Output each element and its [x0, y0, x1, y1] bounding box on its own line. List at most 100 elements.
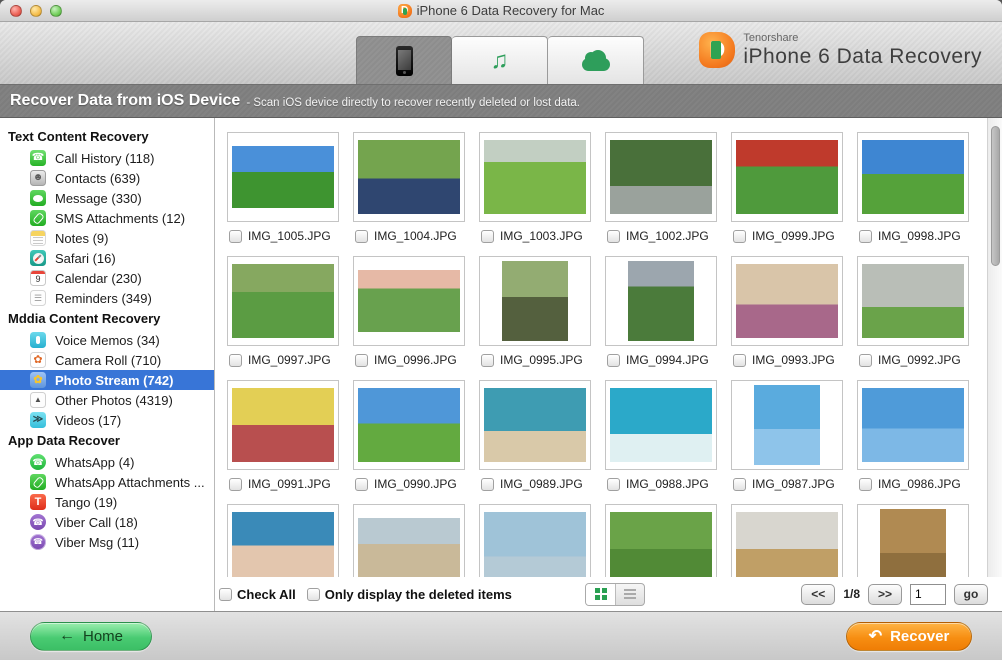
photo-checkbox[interactable] — [229, 230, 242, 243]
photo-thumbnail[interactable] — [353, 256, 465, 346]
sidebar-item-sms-attachments-12[interactable]: SMS Attachments (12) — [0, 208, 214, 228]
photo-checkbox[interactable] — [355, 230, 368, 243]
photo-thumbnail[interactable] — [857, 132, 969, 222]
photo-label-row: IMG_1004.JPG — [353, 229, 467, 243]
sidebar-item-label: Message (330) — [55, 191, 142, 206]
sidebar-item-whatsapp-attachments[interactable]: WhatsApp Attachments ... — [0, 472, 214, 492]
photo-cell — [731, 504, 845, 577]
photo-image — [628, 261, 694, 341]
photo-thumbnail[interactable] — [731, 132, 843, 222]
sidebar-item-voice-memos-34[interactable]: Voice Memos (34) — [0, 330, 214, 350]
photo-thumbnail[interactable] — [731, 256, 843, 346]
photo-checkbox[interactable] — [481, 354, 494, 367]
only-deleted-checkbox[interactable] — [307, 588, 320, 601]
photo-label-row: IMG_0999.JPG — [731, 229, 845, 243]
scrollbar-thumb[interactable] — [991, 126, 1000, 266]
sidebar-item-contacts-639[interactable]: Contacts (639) — [0, 168, 214, 188]
check-all-checkbox[interactable] — [219, 588, 232, 601]
photo-thumbnail[interactable] — [731, 504, 843, 577]
sidebar-item-notes-9[interactable]: Notes (9) — [0, 228, 214, 248]
photo-thumbnail[interactable] — [605, 256, 717, 346]
photo-thumbnail[interactable] — [479, 380, 591, 470]
sidebar-item-viber-call-18[interactable]: Viber Call (18) — [0, 512, 214, 532]
photo-checkbox[interactable] — [229, 354, 242, 367]
photo-thumbnail[interactable] — [353, 504, 465, 577]
sidebar-item-label: Photo Stream (742) — [55, 373, 173, 388]
photo-checkbox[interactable] — [355, 354, 368, 367]
photo-thumbnail[interactable] — [605, 132, 717, 222]
calendar-icon — [30, 270, 46, 286]
photo-cell: IMG_0997.JPG — [227, 256, 341, 367]
page-number-input[interactable] — [910, 584, 946, 605]
photo-checkbox[interactable] — [607, 354, 620, 367]
photo-thumbnail[interactable] — [479, 132, 591, 222]
sidebar-item-photo-stream-742[interactable]: Photo Stream (742) — [0, 370, 214, 390]
photo-thumbnail[interactable] — [479, 504, 591, 577]
grid-view-icon — [595, 588, 600, 593]
photo-thumbnail[interactable] — [857, 504, 969, 577]
close-window-button[interactable] — [10, 5, 22, 17]
photo-image — [232, 512, 334, 577]
photo-image — [862, 140, 964, 214]
minimize-window-button[interactable] — [30, 5, 42, 17]
vertical-scrollbar[interactable] — [987, 118, 1002, 577]
sidebar-section-title: Mddia Content Recovery — [0, 308, 214, 330]
photo-thumbnail[interactable] — [353, 380, 465, 470]
photo-image — [358, 388, 460, 462]
photo-thumbnail[interactable] — [227, 256, 339, 346]
photo-checkbox[interactable] — [733, 230, 746, 243]
photo-cell: IMG_1005.JPG — [227, 132, 341, 243]
photo-thumbnail[interactable] — [227, 504, 339, 577]
tab-recover-from-icloud[interactable] — [548, 36, 644, 84]
photo-filename: IMG_0989.JPG — [500, 477, 583, 491]
grid-view-button[interactable] — [586, 584, 615, 605]
photo-checkbox[interactable] — [859, 354, 872, 367]
photo-checkbox[interactable] — [355, 478, 368, 491]
sidebar-item-call-history-118[interactable]: Call History (118) — [0, 148, 214, 168]
recover-button-label: Recover — [890, 628, 949, 645]
photo-checkbox[interactable] — [733, 478, 746, 491]
sidebar-item-tango-19[interactable]: Tango (19) — [0, 492, 214, 512]
prev-page-button[interactable]: << — [801, 584, 835, 605]
photo-checkbox[interactable] — [481, 230, 494, 243]
sidebar-item-viber-msg-11[interactable]: Viber Msg (11) — [0, 532, 214, 552]
sidebar-item-reminders-349[interactable]: Reminders (349) — [0, 288, 214, 308]
sidebar-item-whatsapp-4[interactable]: WhatsApp (4) — [0, 452, 214, 472]
sidebar-item-other-photos-4319[interactable]: Other Photos (4319) — [0, 390, 214, 410]
photo-checkbox[interactable] — [607, 230, 620, 243]
photo-checkbox[interactable] — [859, 230, 872, 243]
photo-thumbnail[interactable] — [857, 256, 969, 346]
photo-cell: IMG_0986.JPG — [857, 380, 971, 491]
tab-recover-from-device[interactable] — [356, 36, 452, 84]
photo-thumbnail[interactable] — [479, 256, 591, 346]
photo-checkbox[interactable] — [733, 354, 746, 367]
photo-thumbnail[interactable] — [605, 380, 717, 470]
only-deleted-label: Only display the deleted items — [325, 587, 512, 602]
photo-thumbnail[interactable] — [605, 504, 717, 577]
photo-checkbox[interactable] — [859, 478, 872, 491]
photo-thumbnail[interactable] — [857, 380, 969, 470]
sidebar-item-videos-17[interactable]: Videos (17) — [0, 410, 214, 430]
sidebar-item-safari-16[interactable]: Safari (16) — [0, 248, 214, 268]
tab-recover-from-itunes[interactable]: ♫ — [452, 36, 548, 84]
photo-checkbox[interactable] — [481, 478, 494, 491]
photo-thumbnail[interactable] — [227, 380, 339, 470]
zoom-window-button[interactable] — [50, 5, 62, 17]
sidebar-item-message-330[interactable]: Message (330) — [0, 188, 214, 208]
photo-thumbnail[interactable] — [353, 132, 465, 222]
sidebar-item-label: Other Photos (4319) — [55, 393, 173, 408]
photo-checkbox[interactable] — [229, 478, 242, 491]
home-button[interactable]: ← Home — [30, 622, 152, 651]
list-view-button[interactable] — [615, 584, 644, 605]
photo-thumbnail[interactable] — [227, 132, 339, 222]
next-page-button[interactable]: >> — [868, 584, 902, 605]
photo-image — [232, 388, 334, 462]
go-button[interactable]: go — [954, 584, 988, 605]
photo-thumbnail[interactable] — [731, 380, 843, 470]
sidebar-item-camera-roll-710[interactable]: Camera Roll (710) — [0, 350, 214, 370]
photo-checkbox[interactable] — [607, 478, 620, 491]
recover-button[interactable]: ↶ Recover — [846, 622, 972, 651]
photo-image — [358, 270, 460, 332]
photo-filename: IMG_0995.JPG — [500, 353, 583, 367]
sidebar-item-calendar-230[interactable]: Calendar (230) — [0, 268, 214, 288]
